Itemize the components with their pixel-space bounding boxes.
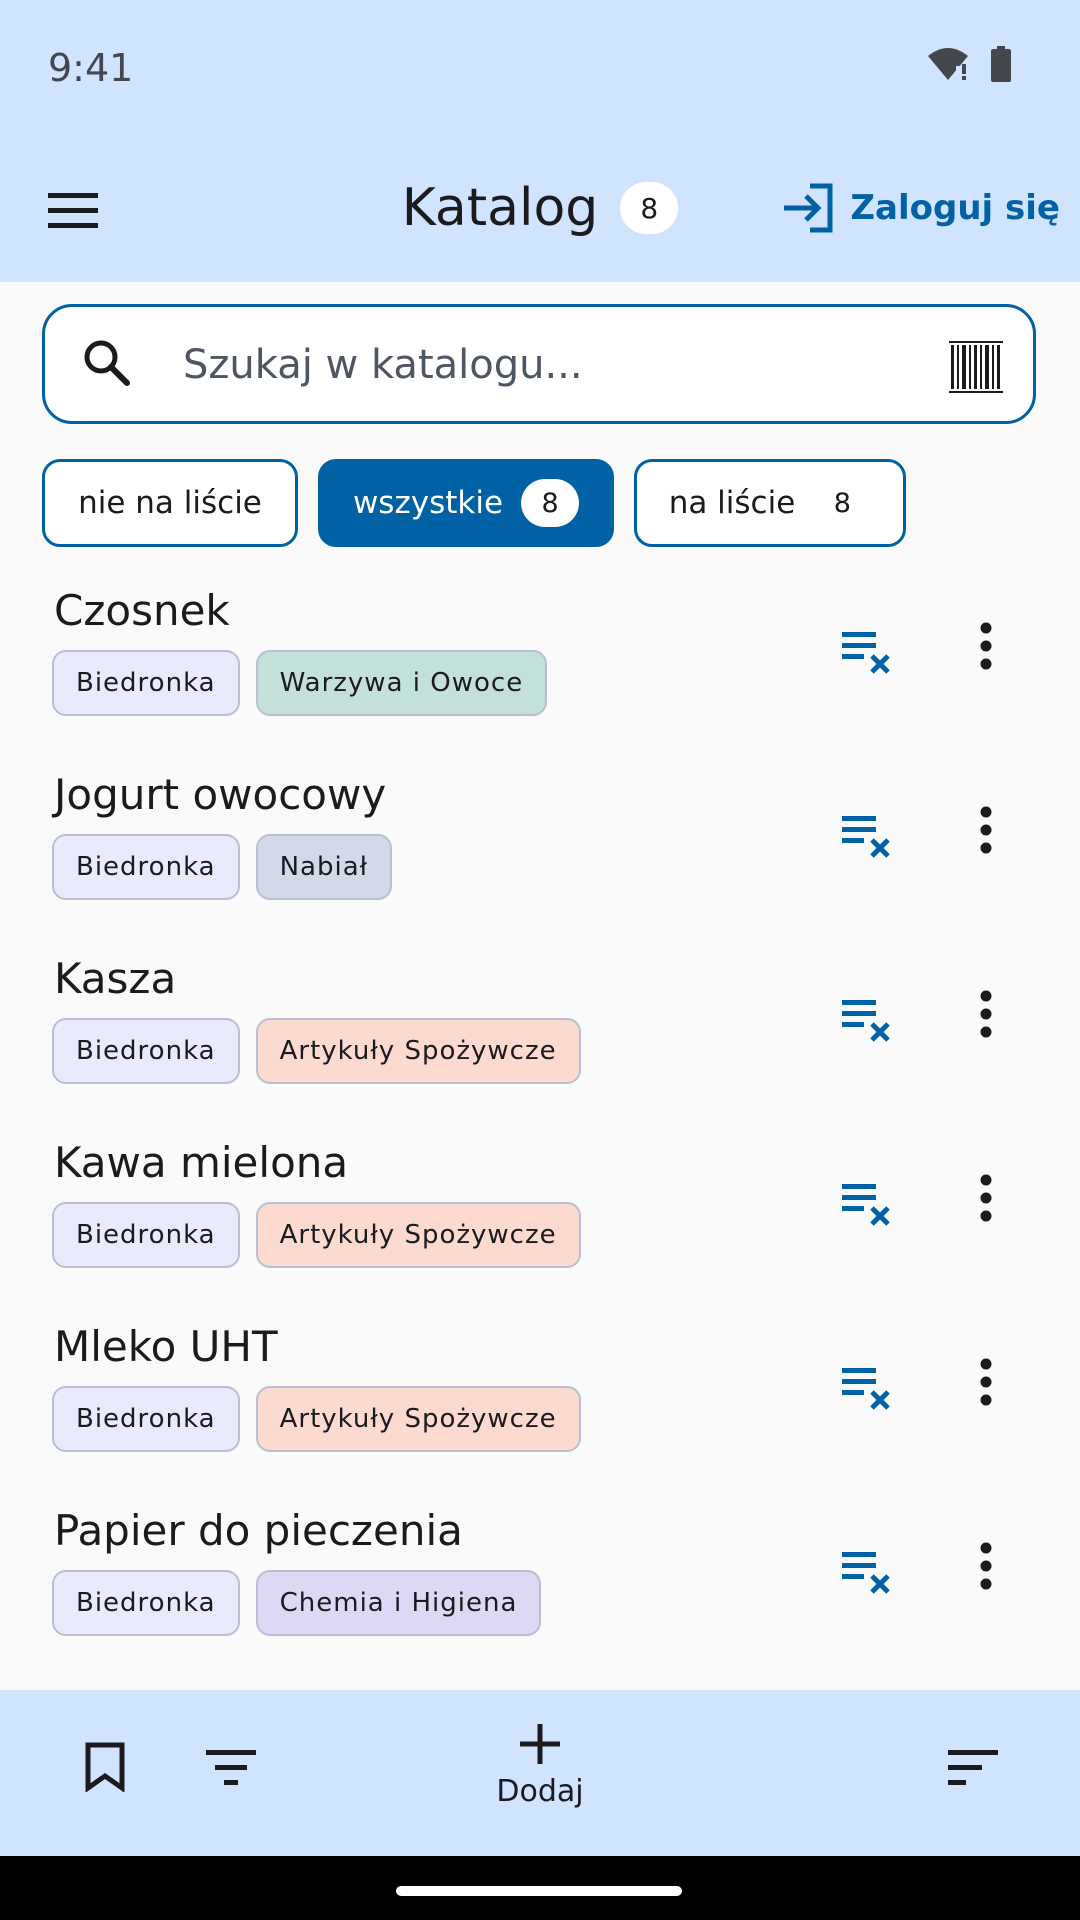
chip-count-badge: 8 [833,487,851,519]
filter-chips: nie na liście wszystkie 8 na liście 8 [42,459,906,547]
item-tags: Biedronka Artykuły Spożywcze [52,1202,581,1268]
chip-label: na liście [668,485,796,521]
list-item[interactable]: Papier do pieczenia Biedronka Chemia i H… [0,1486,1080,1670]
home-gesture-handle[interactable] [396,1886,682,1896]
list-item[interactable]: Kasza Biedronka Artykuły Spożywcze [0,934,1080,1118]
status-bar: 9:41 [0,0,1080,140]
filter-chip-on-list[interactable]: na liście 8 [634,459,906,547]
list-item[interactable]: Mleko UHT Biedronka Artykuły Spożywcze [0,1302,1080,1486]
filter-chip-not-on-list[interactable]: nie na liście [42,459,298,547]
item-tags: Biedronka Artykuły Spożywcze [52,1386,581,1452]
wifi-icon [928,48,968,80]
login-button[interactable]: Zaloguj się [780,182,1060,234]
catalog-count-badge: 8 [620,182,679,234]
plus-icon [520,1724,560,1764]
item-name: Kasza [54,954,177,1003]
remove-from-list-icon[interactable] [842,812,894,860]
more-options-icon[interactable] [978,990,994,1038]
filter-icon[interactable] [206,1750,256,1786]
remove-from-list-icon[interactable] [842,1180,894,1228]
shop-tag: Biedronka [52,1202,240,1268]
battery-icon [991,46,1011,82]
category-tag: Chemia i Higiena [255,1570,542,1636]
shop-tag: Biedronka [52,1386,240,1452]
list-item[interactable]: Kawa mielona Biedronka Artykuły Spożywcz… [0,1118,1080,1302]
category-tag: Artykuły Spożywcze [255,1386,581,1452]
search-field[interactable] [42,304,1036,424]
shop-tag: Biedronka [52,1018,240,1084]
more-options-icon[interactable] [978,806,994,854]
more-options-icon[interactable] [978,1174,994,1222]
item-name: Mleko UHT [54,1322,278,1371]
bottom-app-bar: Dodaj [0,1690,1080,1856]
bookmark-icon[interactable] [84,1742,126,1792]
category-tag: Artykuły Spożywcze [255,1018,581,1084]
shop-tag: Biedronka [52,1570,240,1636]
search-icon [84,340,130,386]
filter-chip-all[interactable]: wszystkie 8 [318,459,614,547]
status-icons [926,46,1012,82]
more-options-icon[interactable] [978,1542,994,1590]
status-time: 9:41 [48,46,134,90]
shop-tag: Biedronka [52,834,240,900]
login-icon [784,183,833,233]
list-item[interactable]: Jogurt owocowy Biedronka Nabiał [0,750,1080,934]
remove-from-list-icon[interactable] [842,1364,894,1412]
item-tags: Biedronka Warzywa i Owoce [52,650,548,716]
add-label: Dodaj [496,1774,584,1809]
remove-from-list-icon[interactable] [842,628,894,676]
remove-from-list-icon[interactable] [842,996,894,1044]
item-name: Kawa mielona [54,1138,349,1187]
category-tag: Nabiał [255,834,393,900]
list-item[interactable]: Czosnek Biedronka Warzywa i Owoce [0,566,1080,750]
catalog-list: Czosnek Biedronka Warzywa i Owoce Jogurt… [0,566,1080,1670]
login-label: Zaloguj się [850,188,1060,228]
barcode-scan-icon[interactable] [949,341,1003,393]
item-tags: Biedronka Artykuły Spożywcze [52,1018,581,1084]
chip-label: wszystkie [352,485,504,521]
search-input[interactable] [181,333,945,397]
chip-label: nie na liście [78,485,262,521]
more-options-icon[interactable] [978,622,994,670]
remove-from-list-icon[interactable] [842,1548,894,1596]
add-button[interactable]: Dodaj [480,1724,600,1809]
category-tag: Artykuły Spożywcze [255,1202,581,1268]
item-name: Czosnek [54,586,230,635]
system-navigation-bar [0,1856,1080,1920]
more-options-icon[interactable] [978,1358,994,1406]
shop-tag: Biedronka [52,650,240,716]
item-tags: Biedronka Nabiał [52,834,393,900]
item-name: Jogurt owocowy [54,770,387,819]
sort-icon[interactable] [948,1750,998,1786]
chip-count-badge: 8 [521,479,580,527]
item-name: Papier do pieczenia [54,1506,463,1555]
top-app-bar: Katalog 8 Zaloguj się [0,140,1080,282]
item-tags: Biedronka Chemia i Higiena [52,1570,542,1636]
page-title: Katalog [401,178,599,238]
category-tag: Warzywa i Owoce [255,650,548,716]
